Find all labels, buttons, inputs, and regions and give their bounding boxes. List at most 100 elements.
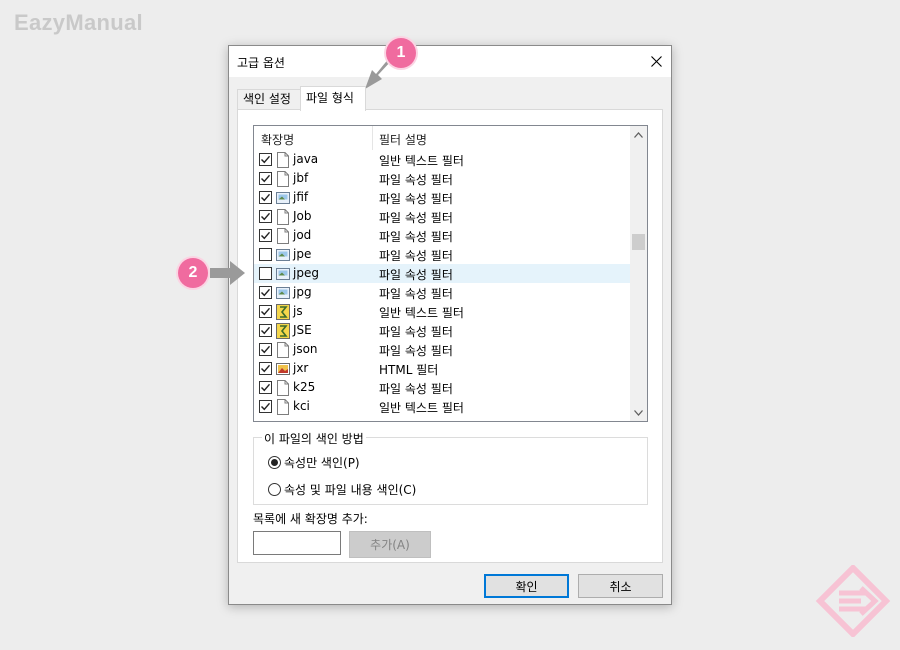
radio-properties-only[interactable]: 속성만 색인(P) — [268, 454, 360, 470]
list-item[interactable]: jfif 파일 속성 필터 — [254, 188, 630, 207]
checkbox-checked[interactable] — [259, 229, 272, 242]
checkbox-checked[interactable] — [259, 324, 272, 337]
column-header-description[interactable]: 필터 설명 — [379, 131, 427, 148]
extension-name: jbf — [293, 171, 309, 185]
index-method-group: 이 파일의 색인 방법 속성만 색인(P) 속성 및 파일 내용 색인(C) — [253, 430, 648, 505]
list-item[interactable]: jpeg 파일 속성 필터 — [254, 264, 630, 283]
checkbox-checked[interactable] — [259, 362, 272, 375]
checkmark-icon — [261, 402, 271, 411]
index-method-legend: 이 파일의 색인 방법 — [262, 430, 366, 447]
filter-description: 파일 속성 필터 — [379, 230, 453, 244]
extension-name: jpeg — [293, 266, 319, 280]
list-item[interactable]: jxr HTML 필터 — [254, 359, 630, 378]
add-extension-label: 목록에 새 확장명 추가: — [253, 512, 368, 526]
list-item[interactable]: jbf 파일 속성 필터 — [254, 169, 630, 188]
new-extension-input[interactable] — [253, 531, 341, 555]
watermark-text: EazyManual — [14, 10, 143, 35]
list-item[interactable]: jod 파일 속성 필터 — [254, 226, 630, 245]
checkbox-checked[interactable] — [259, 191, 272, 204]
file-types-panel: 확장명 필터 설명 java 일반 텍스트 필터 jbf 파일 속성 필터 jfif 파일… — [237, 109, 663, 563]
checkmark-icon — [261, 193, 271, 202]
list-item[interactable]: kci 일반 텍스트 필터 — [254, 397, 630, 416]
image-file-icon — [276, 287, 290, 299]
list-item[interactable]: java 일반 텍스트 필터 — [254, 150, 630, 169]
filter-description: 파일 속성 필터 — [379, 325, 453, 339]
extension-name: java — [293, 152, 319, 166]
column-header-extension[interactable]: 확장명 — [261, 131, 294, 148]
list-item[interactable]: json 파일 속성 필터 — [254, 340, 630, 359]
extension-name: kci — [293, 399, 310, 413]
checkbox-unchecked[interactable] — [259, 267, 272, 280]
checkbox-checked[interactable] — [259, 210, 272, 223]
list-item[interactable]: k25 파일 속성 필터 — [254, 378, 630, 397]
filter-description: 일반 텍스트 필터 — [379, 154, 464, 168]
checkbox-checked[interactable] — [259, 153, 272, 166]
list-item[interactable]: jpg 파일 속성 필터 — [254, 283, 630, 302]
extension-name: Job — [293, 209, 312, 223]
checkmark-icon — [261, 345, 271, 354]
dialog-title: 고급 옵션 — [237, 56, 285, 70]
file-blank-icon — [277, 171, 289, 187]
scroll-thumb[interactable] — [632, 234, 645, 250]
radio-indicator-checked[interactable] — [268, 455, 281, 469]
cancel-button[interactable]: 취소 — [578, 574, 663, 598]
extension-list[interactable]: 확장명 필터 설명 java 일반 텍스트 필터 jbf 파일 속성 필터 jfif 파일… — [253, 125, 648, 422]
checkbox-checked[interactable] — [259, 381, 272, 394]
script-file-icon — [276, 304, 290, 320]
checkbox-checked[interactable] — [259, 172, 272, 185]
file-blank-icon — [277, 399, 289, 415]
scroll-up-button[interactable] — [630, 126, 647, 143]
checkbox-checked[interactable] — [259, 286, 272, 299]
tab-index-settings[interactable]: 색인 설정 — [237, 89, 301, 110]
radio-label-properties-and-contents: 속성 및 파일 내용 색인(C) — [284, 482, 417, 497]
vertical-scrollbar[interactable] — [630, 126, 647, 421]
list-item[interactable]: js 일반 텍스트 필터 — [254, 302, 630, 321]
list-item[interactable]: JSE 파일 속성 필터 — [254, 321, 630, 340]
add-extension-button: 추가(A) — [349, 531, 431, 558]
chevron-up-icon — [634, 131, 643, 138]
checkmark-icon — [261, 383, 271, 392]
filter-description: 파일 속성 필터 — [379, 249, 453, 263]
filter-description: 파일 속성 필터 — [379, 268, 453, 282]
extension-name: k25 — [293, 380, 316, 394]
image-file-icon — [276, 268, 290, 280]
ok-button[interactable]: 확인 — [484, 574, 569, 598]
script-file-icon — [276, 323, 290, 339]
radio-properties-and-contents[interactable]: 속성 및 파일 내용 색인(C) — [268, 481, 416, 497]
filter-description: 파일 속성 필터 — [379, 192, 453, 206]
checkbox-checked[interactable] — [259, 400, 272, 413]
list-item[interactable]: jpe 파일 속성 필터 — [254, 245, 630, 264]
callout-badge-2: 2 — [178, 258, 208, 288]
extension-name: json — [293, 342, 318, 356]
advanced-options-dialog: 고급 옵션 색인 설정 파일 형식 확장명 필터 설명 java 일반 텍스트 필… — [228, 45, 672, 605]
chevron-down-icon — [634, 409, 643, 416]
list-item[interactable]: Job 파일 속성 필터 — [254, 207, 630, 226]
file-blank-icon — [277, 209, 289, 225]
filter-description: HTML 필터 — [379, 363, 439, 377]
checkbox-unchecked[interactable] — [259, 248, 272, 261]
checkmark-icon — [261, 155, 271, 164]
radio-indicator-unchecked[interactable] — [268, 482, 281, 496]
extension-name: js — [293, 304, 303, 318]
checkbox-checked[interactable] — [259, 305, 272, 318]
extension-name: jxr — [293, 361, 309, 375]
file-blank-icon — [277, 342, 289, 358]
close-button[interactable] — [641, 46, 671, 77]
column-divider[interactable] — [372, 126, 373, 150]
file-blank-icon — [277, 228, 289, 244]
checkbox-checked[interactable] — [259, 343, 272, 356]
checkmark-icon — [261, 326, 271, 335]
filter-description: 파일 속성 필터 — [379, 382, 453, 396]
filter-description: 일반 텍스트 필터 — [379, 401, 464, 415]
radio-label-properties-only: 속성만 색인(P) — [284, 455, 360, 470]
filter-description: 파일 속성 필터 — [379, 211, 453, 225]
close-icon — [650, 56, 662, 67]
filter-description: 일반 텍스트 필터 — [379, 306, 464, 320]
extension-name: jpe — [293, 247, 312, 261]
scroll-down-button[interactable] — [630, 404, 647, 421]
extension-name: jod — [293, 228, 312, 242]
image-file-icon — [276, 192, 290, 204]
checkmark-icon — [261, 364, 271, 373]
filter-description: 파일 속성 필터 — [379, 344, 453, 358]
tab-file-types[interactable]: 파일 형식 — [300, 86, 366, 111]
